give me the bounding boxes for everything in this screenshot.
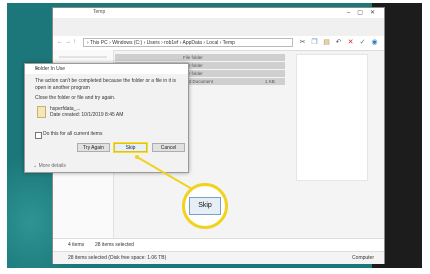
callout-skip-label: Skip bbox=[189, 197, 221, 215]
desktop-background: Temp –▢✕ ←→↑ › This PC › Windows (C:) › … bbox=[7, 3, 422, 268]
callout-leader-line bbox=[135, 155, 193, 190]
skip-callout-magnifier: Skip bbox=[182, 183, 228, 229]
